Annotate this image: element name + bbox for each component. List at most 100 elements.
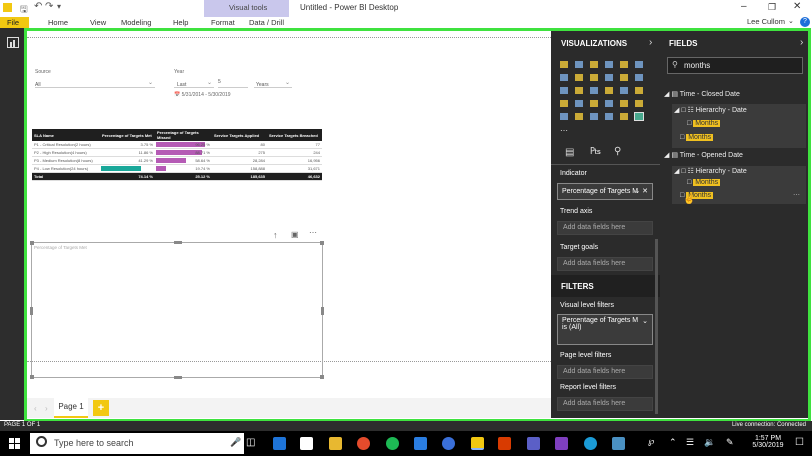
tab-view[interactable]: View xyxy=(90,17,106,28)
visual-type-icon[interactable] xyxy=(605,61,613,68)
visual-type-icon[interactable] xyxy=(635,61,643,68)
indicator-field[interactable]: Percentage of Targets M ⌄ ✕ xyxy=(557,183,653,200)
visual-type-icon[interactable] xyxy=(605,74,613,81)
close-button[interactable]: ✕ xyxy=(793,1,801,12)
chevron-down-icon[interactable]: ⌄ xyxy=(788,17,794,25)
pen-icon[interactable]: ✎ xyxy=(726,437,734,448)
visual-filter-card[interactable]: Percentage of Targets M is (All) ⌄ xyxy=(557,314,653,345)
visual-type-icon[interactable] xyxy=(635,100,643,107)
powerbi-taskbar-icon[interactable] xyxy=(471,437,484,450)
visual-type-icon[interactable] xyxy=(590,61,598,68)
visual-type-icon[interactable] xyxy=(620,74,628,81)
field-table-closed-date[interactable]: ◢ ▤ Time - Closed Date xyxy=(664,90,740,98)
onenote-icon[interactable] xyxy=(555,437,568,450)
clock[interactable]: 1:57 PM 5/30/2019 xyxy=(747,435,789,449)
visual-type-icon[interactable] xyxy=(590,100,598,107)
chevron-down-icon[interactable]: ⌄ xyxy=(642,317,648,325)
app-icon[interactable] xyxy=(584,437,597,450)
tab-file[interactable]: File xyxy=(7,17,19,28)
minimize-button[interactable]: – xyxy=(741,1,747,12)
more-options-icon[interactable]: ⋯ xyxy=(793,191,800,199)
checkbox[interactable]: □ xyxy=(687,179,691,186)
user-name[interactable]: Lee Cullom xyxy=(747,17,785,26)
visual-type-icon[interactable] xyxy=(575,100,583,107)
paint-roller-icon[interactable]: ₧ xyxy=(590,146,601,157)
visual-type-icon[interactable] xyxy=(560,87,568,94)
remove-field-icon[interactable]: ⌄ ✕ xyxy=(634,184,648,199)
photos-icon[interactable] xyxy=(414,437,427,450)
visual-type-icon[interactable] xyxy=(635,87,643,94)
help-icon[interactable]: ? xyxy=(800,17,810,27)
hierarchy-level-item[interactable]: □ Months xyxy=(687,120,721,127)
visual-type-icon[interactable] xyxy=(590,87,598,94)
visual-type-icon[interactable] xyxy=(635,74,643,81)
network-icon[interactable]: ☰ xyxy=(686,437,694,448)
visual-type-icon[interactable] xyxy=(605,87,613,94)
app-icon[interactable] xyxy=(527,437,540,450)
visual-type-icon[interactable] xyxy=(560,74,568,81)
checkbox[interactable]: □ xyxy=(680,134,684,141)
app-icon[interactable] xyxy=(498,437,511,450)
windows-start-icon[interactable] xyxy=(9,438,20,449)
app-icon[interactable] xyxy=(442,437,455,450)
visual-type-icon[interactable] xyxy=(560,113,568,120)
app-icon[interactable] xyxy=(612,437,625,450)
tab-help[interactable]: Help xyxy=(173,17,188,28)
task-view-icon[interactable]: ◫ xyxy=(246,437,255,448)
tab-modeling[interactable]: Modeling xyxy=(121,17,151,28)
analytics-icon[interactable]: ⚲ xyxy=(614,146,621,157)
visual-type-icon[interactable] xyxy=(590,113,598,120)
visual-type-icon[interactable] xyxy=(620,100,628,107)
hierarchy-level-item[interactable]: □ Months xyxy=(687,179,721,186)
mail-icon[interactable] xyxy=(300,437,313,450)
checkbox[interactable]: □ xyxy=(687,120,691,127)
redo-icon[interactable]: ↷ xyxy=(45,1,53,12)
people-icon[interactable]: ℘ xyxy=(648,436,654,447)
checkbox[interactable]: □ xyxy=(681,107,685,114)
visual-type-icon[interactable] xyxy=(560,100,568,107)
report-filters-well[interactable]: Add data fields here xyxy=(557,397,653,411)
notifications-icon[interactable]: ☐ xyxy=(795,437,804,448)
visual-type-icon[interactable] xyxy=(590,74,598,81)
chevron-right-icon[interactable]: › xyxy=(800,37,803,48)
microphone-icon[interactable]: 🎤 xyxy=(230,437,241,448)
visual-type-icon[interactable] xyxy=(575,87,583,94)
spotify-icon[interactable] xyxy=(386,437,399,450)
visual-type-icon[interactable] xyxy=(620,61,628,68)
trend-axis-well[interactable]: Add data fields here xyxy=(557,221,653,235)
visual-type-icon[interactable] xyxy=(634,112,644,121)
tab-home[interactable]: Home xyxy=(48,17,68,28)
visual-type-icon[interactable] xyxy=(605,113,613,120)
visual-type-icon[interactable] xyxy=(560,61,568,68)
hierarchy-item[interactable]: ◢ □ ☷ Hierarchy - Date xyxy=(674,167,747,175)
volume-icon[interactable]: 🔉 xyxy=(704,437,715,448)
undo-icon[interactable]: ↶ xyxy=(34,1,42,12)
chrome-icon[interactable] xyxy=(357,437,370,450)
target-goals-well[interactable]: Add data fields here xyxy=(557,257,653,271)
chevron-up-icon[interactable]: ⌃ xyxy=(669,437,677,448)
checkbox[interactable]: □ xyxy=(681,168,685,175)
tab-data-drill[interactable]: Data / Drill xyxy=(249,17,284,28)
file-explorer-icon[interactable] xyxy=(329,437,342,450)
visual-type-icon[interactable] xyxy=(620,113,628,120)
field-item[interactable]: □ Months xyxy=(680,134,714,141)
tab-format[interactable]: Format xyxy=(211,17,235,28)
visual-type-icon[interactable] xyxy=(575,74,583,81)
edge-icon[interactable] xyxy=(273,437,286,450)
more-visuals-icon[interactable]: ⋯ xyxy=(560,126,568,135)
save-icon[interactable]: 🖫 xyxy=(20,2,28,18)
quick-access-dropdown-icon[interactable]: ▾ xyxy=(57,2,61,11)
hierarchy-item[interactable]: ◢ □ ☷ Hierarchy - Date xyxy=(674,106,747,114)
taskbar-search-box[interactable]: Type here to search 🎤 xyxy=(30,433,244,454)
field-table-opened-date[interactable]: ◢ ▤ Time - Opened Date xyxy=(664,151,743,159)
report-view-icon[interactable] xyxy=(7,37,19,48)
visual-type-icon[interactable] xyxy=(620,87,628,94)
chevron-right-icon[interactable]: › xyxy=(649,37,652,48)
fields-search-input[interactable]: ⚲ months xyxy=(667,57,803,74)
restore-button[interactable]: ❐ xyxy=(768,2,776,13)
fields-well-icon[interactable]: ▤ xyxy=(565,147,574,158)
visual-type-icon[interactable] xyxy=(575,61,583,68)
page-filters-well[interactable]: Add data fields here xyxy=(557,365,653,379)
visual-type-icon[interactable] xyxy=(605,100,613,107)
visual-type-icon[interactable] xyxy=(575,113,583,120)
